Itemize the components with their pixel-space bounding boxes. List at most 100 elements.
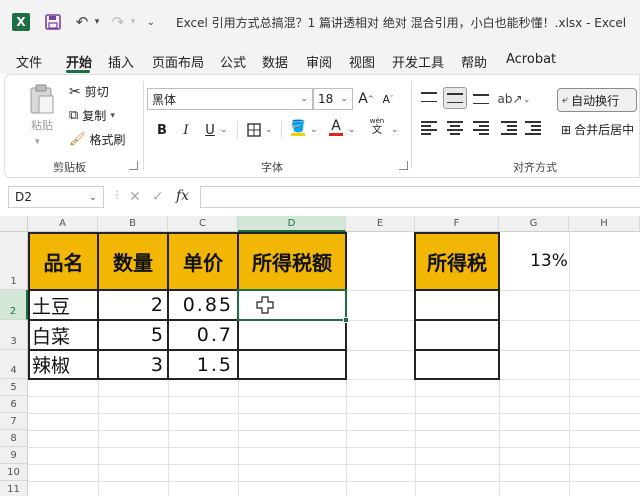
align-left-icon[interactable] bbox=[421, 121, 437, 135]
cell-b2[interactable]: 2 bbox=[97, 289, 169, 321]
cell-b1[interactable]: 数量 bbox=[97, 232, 169, 291]
bottom-align-icon[interactable] bbox=[473, 94, 489, 104]
cell-f1[interactable]: 所得税 bbox=[414, 232, 500, 291]
copy-dropdown-icon[interactable]: ▾ bbox=[110, 111, 115, 121]
paste-dropdown-icon[interactable]: ▾ bbox=[35, 137, 40, 147]
cell-c3[interactable]: 0.7 bbox=[167, 319, 239, 351]
worksheet-grid[interactable]: A B C D E F G H 1 2 3 4 5 6 7 8 9 10 11 … bbox=[0, 216, 640, 496]
column-header-b[interactable]: B bbox=[98, 216, 168, 232]
underline-button[interactable]: U bbox=[201, 121, 219, 139]
row-header-6[interactable]: 6 bbox=[0, 396, 28, 413]
cell-b4[interactable]: 3 bbox=[97, 349, 169, 380]
tab-data[interactable]: 数据 bbox=[262, 52, 288, 71]
row-header-5[interactable]: 5 bbox=[0, 379, 28, 396]
cell-f4[interactable] bbox=[414, 349, 500, 380]
column-header-e[interactable]: E bbox=[346, 216, 415, 232]
column-header-a[interactable]: A bbox=[28, 216, 98, 232]
tab-file[interactable]: 文件 bbox=[16, 52, 42, 71]
cell-c1[interactable]: 单价 bbox=[167, 232, 239, 291]
italic-button[interactable]: I bbox=[177, 121, 195, 139]
borders-button[interactable] bbox=[245, 121, 263, 139]
undo-icon[interactable]: ↶ bbox=[74, 13, 90, 31]
select-all-button[interactable] bbox=[0, 216, 28, 232]
cell-a2[interactable]: 土豆 bbox=[28, 289, 99, 321]
orientation-icon[interactable]: ab↗ bbox=[497, 90, 522, 108]
formula-bar-grip-icon[interactable]: ⋮ bbox=[112, 190, 122, 201]
cell-d4[interactable] bbox=[237, 349, 347, 380]
tab-review[interactable]: 审阅 bbox=[306, 52, 332, 71]
fill-color-dropdown-icon[interactable]: ⌄ bbox=[310, 125, 318, 135]
tab-view[interactable]: 视图 bbox=[349, 52, 375, 71]
align-right-icon[interactable] bbox=[473, 121, 489, 135]
excel-logo: X bbox=[12, 13, 30, 31]
row-header-8[interactable]: 8 bbox=[0, 430, 28, 447]
insert-function-button[interactable]: fx bbox=[176, 188, 189, 204]
orientation-dropdown-icon[interactable]: ⌄ bbox=[523, 95, 531, 105]
tab-page-layout[interactable]: 页面布局 bbox=[152, 52, 204, 71]
wrap-text-button[interactable]: ⤶ 自动换行 bbox=[557, 88, 637, 112]
gridline bbox=[28, 481, 640, 482]
underline-dropdown-icon[interactable]: ⌄ bbox=[220, 125, 228, 135]
cell-c2[interactable]: 0.85 bbox=[167, 289, 239, 321]
paste-button[interactable]: 粘贴 bbox=[25, 83, 59, 133]
column-header-g[interactable]: G bbox=[499, 216, 569, 232]
grow-font-button[interactable]: A ^ bbox=[357, 90, 375, 108]
tab-acrobat[interactable]: Acrobat bbox=[506, 52, 556, 67]
clipboard-launcher-icon[interactable] bbox=[129, 161, 138, 170]
row-header-9[interactable]: 9 bbox=[0, 447, 28, 464]
fill-color-button[interactable]: 🪣 bbox=[289, 119, 307, 137]
row-header-3[interactable]: 3 bbox=[0, 320, 28, 350]
cell-a3[interactable]: 白菜 bbox=[28, 319, 99, 351]
tab-home[interactable]: 开始 bbox=[66, 52, 92, 71]
gridline bbox=[28, 447, 640, 448]
customize-toolbar-icon[interactable]: ⌄ bbox=[145, 13, 157, 31]
tab-help[interactable]: 帮助 bbox=[461, 52, 487, 71]
format-painter-button[interactable]: 🖌 格式刷 bbox=[69, 131, 126, 148]
row-header-10[interactable]: 10 bbox=[0, 464, 28, 481]
align-center-icon[interactable] bbox=[447, 121, 463, 135]
phonetic-button[interactable]: wén 文 bbox=[365, 117, 389, 136]
cell-a1[interactable]: 品名 bbox=[28, 232, 99, 291]
cell-b3[interactable]: 5 bbox=[97, 319, 169, 351]
row-header-11[interactable]: 11 bbox=[0, 481, 28, 496]
column-header-h[interactable]: H bbox=[569, 216, 640, 232]
borders-dropdown-icon[interactable]: ⌄ bbox=[265, 125, 273, 135]
column-header-f[interactable]: F bbox=[415, 216, 499, 232]
cell-g1[interactable]: 13% bbox=[499, 232, 599, 290]
cell-f3[interactable] bbox=[414, 319, 500, 351]
column-header-c[interactable]: C bbox=[168, 216, 238, 232]
phonetic-dropdown-icon[interactable]: ⌄ bbox=[391, 125, 399, 135]
save-icon[interactable] bbox=[44, 13, 62, 31]
tab-formulas[interactable]: 公式 bbox=[220, 52, 246, 71]
font-color-dropdown-icon[interactable]: ⌄ bbox=[348, 125, 356, 135]
tab-insert[interactable]: 插入 bbox=[108, 52, 134, 71]
shrink-font-button[interactable]: Aˇ bbox=[379, 90, 397, 108]
increase-indent-icon[interactable] bbox=[525, 121, 541, 135]
row-header-4[interactable]: 4 bbox=[0, 350, 28, 379]
undo-dropdown-icon[interactable]: ▾ bbox=[92, 13, 102, 31]
cell-f2[interactable] bbox=[414, 289, 500, 321]
column-header-d[interactable]: D bbox=[238, 216, 346, 232]
fill-handle[interactable] bbox=[343, 317, 349, 323]
cell-d3[interactable] bbox=[237, 319, 347, 351]
bold-button[interactable]: B bbox=[153, 121, 171, 139]
cell-d1[interactable]: 所得税额 bbox=[237, 232, 347, 291]
font-size-select[interactable]: 18 ⌄ bbox=[313, 88, 353, 110]
paste-icon bbox=[30, 84, 54, 114]
cell-a4[interactable]: 辣椒 bbox=[28, 349, 99, 380]
font-launcher-icon[interactable] bbox=[399, 161, 408, 170]
top-align-icon[interactable] bbox=[421, 92, 437, 102]
merge-center-button[interactable]: ⊞ 合并后居中 bbox=[561, 121, 634, 138]
font-color-button[interactable]: A bbox=[327, 118, 345, 136]
cell-c4[interactable]: 1.5 bbox=[167, 349, 239, 380]
row-header-1[interactable]: 1 bbox=[0, 232, 28, 290]
font-name-select[interactable]: 黑体 ⌄ bbox=[147, 88, 313, 110]
tab-developer[interactable]: 开发工具 bbox=[392, 52, 444, 71]
copy-button[interactable]: ⧉ 复制 ▾ bbox=[69, 107, 115, 124]
row-header-2[interactable]: 2 bbox=[0, 290, 28, 320]
row-header-7[interactable]: 7 bbox=[0, 413, 28, 430]
name-box[interactable]: D2 ⌄ bbox=[8, 186, 104, 208]
decrease-indent-icon[interactable] bbox=[501, 121, 517, 135]
cut-button[interactable]: ✂ 剪切 bbox=[69, 83, 109, 100]
formula-input[interactable] bbox=[200, 186, 640, 208]
